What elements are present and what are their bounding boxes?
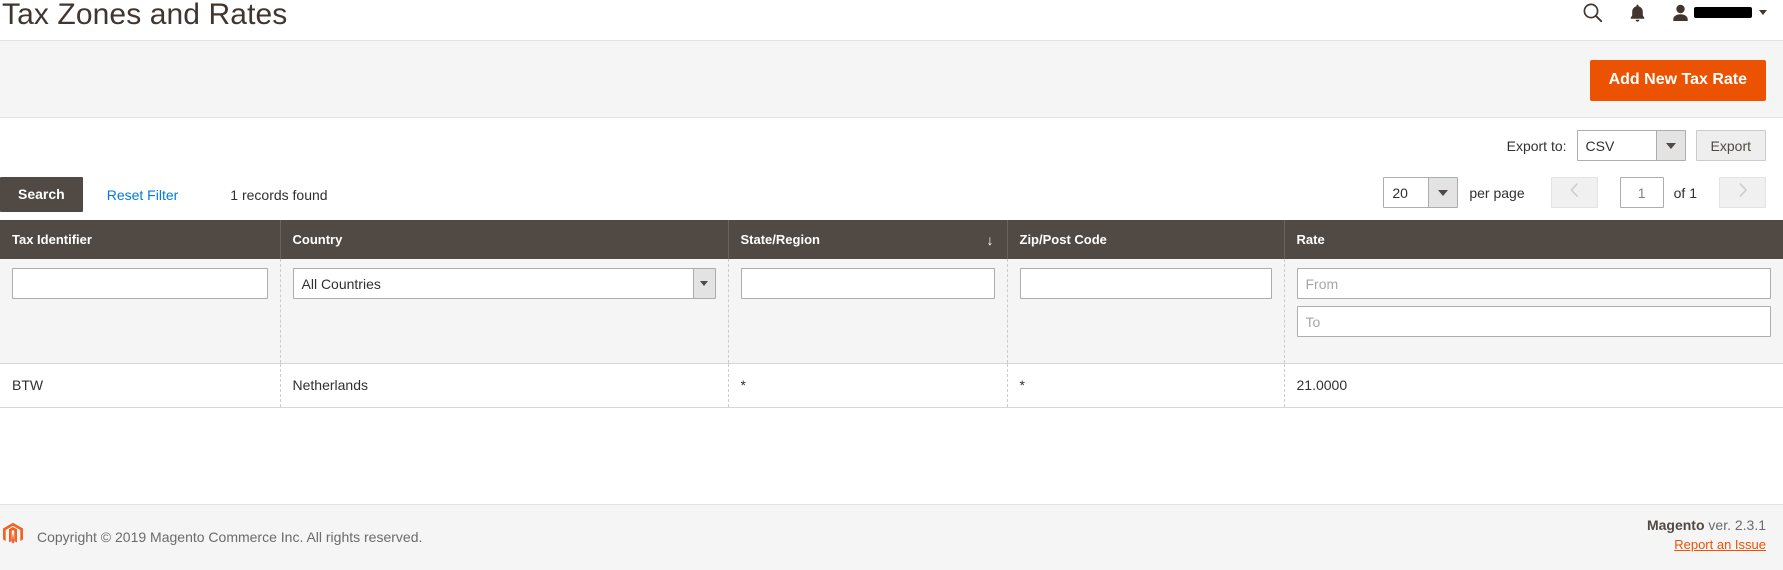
previous-page-button[interactable] <box>1550 177 1598 208</box>
grid-filter-body: All Countries <box>0 259 1783 364</box>
filter-rate-from-input[interactable] <box>1296 268 1771 299</box>
filter-cell-tax-identifier <box>0 259 281 364</box>
grid-toolbar-left: Search Reset Filter 1 records found <box>0 177 328 212</box>
cell-zip-post-code[interactable]: * <box>1007 363 1285 408</box>
current-page-input[interactable] <box>1619 177 1664 208</box>
sort-descending-icon: ↓ <box>986 231 994 248</box>
filter-cell-country: All Countries <box>280 259 729 364</box>
bell-icon[interactable] <box>1629 3 1646 23</box>
per-page-value: 20 <box>1384 178 1429 207</box>
triangle-down-icon <box>1655 131 1685 160</box>
page-header: Tax Zones and Rates <box>0 0 1783 40</box>
triangle-down-icon <box>1428 178 1458 207</box>
version-brand: Magento <box>1646 517 1705 533</box>
grid-toolbar: Search Reset Filter 1 records found 20 p… <box>0 170 1783 220</box>
filter-country-select[interactable]: All Countries <box>292 268 716 299</box>
page-footer: Copyright © 2019 Magento Commerce Inc. A… <box>0 504 1783 570</box>
cell-country[interactable]: Netherlands <box>280 363 729 408</box>
grid-header-row: Tax Identifier Country State/Region ↓ Zi… <box>0 220 1783 259</box>
column-label: Rate <box>1296 232 1325 247</box>
version-number: ver. 2.3.1 <box>1704 517 1766 533</box>
add-new-tax-rate-button[interactable]: Add New Tax Rate <box>1589 60 1766 101</box>
column-header-rate[interactable]: Rate <box>1284 220 1783 259</box>
filter-rate-to-input[interactable] <box>1296 306 1771 337</box>
filter-cell-rate <box>1284 259 1783 364</box>
chevron-left-icon <box>1569 182 1579 203</box>
column-header-zip-post-code[interactable]: Zip/Post Code <box>1007 220 1285 259</box>
filter-cell-zip-post-code <box>1007 259 1285 364</box>
search-icon[interactable] <box>1582 2 1603 23</box>
column-label: Zip/Post Code <box>1019 232 1107 247</box>
export-controls: Export to: CSV Export <box>1507 130 1766 161</box>
per-page-label: per page <box>1469 184 1525 201</box>
column-label: State/Region <box>740 232 820 247</box>
version-label: Magento ver. 2.3.1 <box>1647 517 1766 533</box>
user-avatar-icon <box>1672 4 1689 22</box>
page-actions-bar: Add New Tax Rate <box>0 40 1783 118</box>
cell-state-region[interactable]: * <box>728 363 1008 408</box>
tax-rates-grid: Tax Identifier Country State/Region ↓ Zi… <box>0 220 1783 408</box>
filter-zip-post-code-input[interactable] <box>1019 268 1272 299</box>
column-header-state-region[interactable]: State/Region ↓ <box>728 220 1008 259</box>
export-format-value: CSV <box>1577 131 1656 160</box>
footer-right: Magento ver. 2.3.1 Report an Issue <box>1647 517 1766 552</box>
filter-state-region-input[interactable] <box>740 268 995 299</box>
column-header-country[interactable]: Country <box>280 220 729 259</box>
export-row: Export to: CSV Export <box>0 118 1783 170</box>
chevron-right-icon <box>1738 182 1748 203</box>
triangle-down-icon <box>692 269 715 298</box>
report-an-issue-link[interactable]: Report an Issue <box>1647 537 1766 552</box>
grid-data-body: BTW Netherlands * * 21.0000 <box>0 363 1783 408</box>
page-total-label: of 1 <box>1673 184 1697 201</box>
grid-filter-row: All Countries <box>0 259 1783 364</box>
search-button[interactable]: Search <box>0 177 83 212</box>
export-to-label: Export to: <box>1506 137 1567 154</box>
export-format-select[interactable]: CSV <box>1576 130 1686 161</box>
filter-tax-identifier-input[interactable] <box>12 268 268 299</box>
magento-logo-icon <box>2 522 24 551</box>
table-row[interactable]: BTW Netherlands * * 21.0000 <box>0 363 1783 408</box>
footer-left: Copyright © 2019 Magento Commerce Inc. A… <box>2 522 422 551</box>
chevron-down-icon <box>1759 10 1767 15</box>
export-button[interactable]: Export <box>1695 130 1766 161</box>
grid-header: Tax Identifier Country State/Region ↓ Zi… <box>0 220 1783 259</box>
cell-rate[interactable]: 21.0000 <box>1284 363 1783 408</box>
next-page-button[interactable] <box>1719 177 1766 208</box>
user-name-label <box>1694 7 1752 18</box>
reset-filter-link[interactable]: Reset Filter <box>107 187 179 203</box>
filter-country-value: All Countries <box>301 275 381 292</box>
copyright-text: Copyright © 2019 Magento Commerce Inc. A… <box>37 528 423 545</box>
page-title: Tax Zones and Rates <box>2 0 288 31</box>
records-found-label: 1 records found <box>230 186 328 203</box>
filter-cell-state-region <box>728 259 1008 364</box>
column-label: Country <box>292 232 343 247</box>
user-menu[interactable] <box>1672 4 1767 22</box>
per-page-select[interactable]: 20 <box>1383 177 1459 208</box>
cell-tax-identifier[interactable]: BTW <box>0 363 281 408</box>
header-actions <box>1582 2 1767 23</box>
column-header-tax-identifier[interactable]: Tax Identifier <box>0 220 281 259</box>
column-label: Tax Identifier <box>12 232 92 247</box>
grid-toolbar-right: 20 per page of 1 <box>1383 177 1766 208</box>
